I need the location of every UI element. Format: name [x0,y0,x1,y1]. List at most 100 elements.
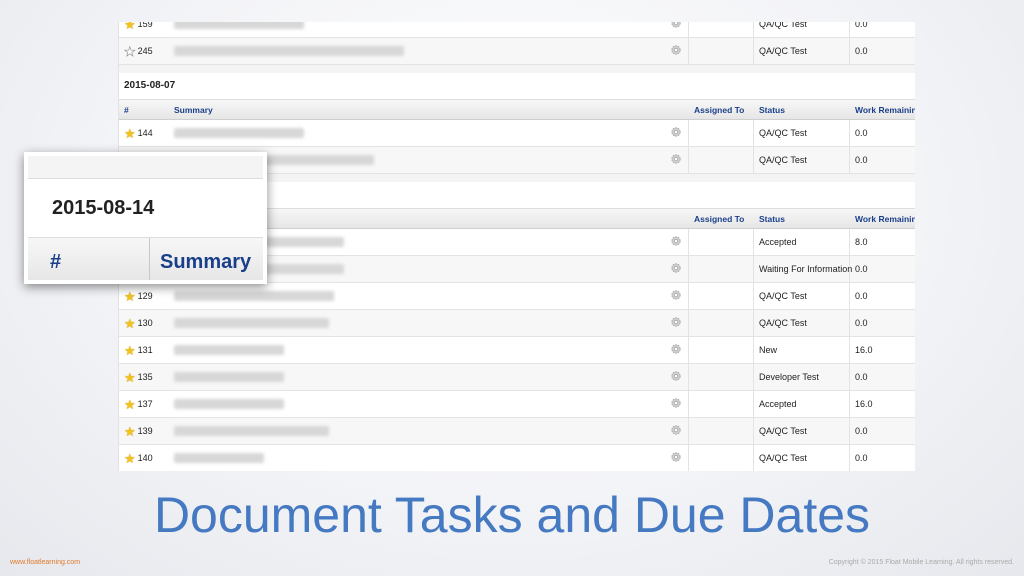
col-header-status[interactable]: Status [754,209,850,228]
gear-icon[interactable] [670,424,682,436]
gear-icon[interactable] [670,289,682,301]
task-number-cell: ★ 129 [119,290,169,303]
table-row[interactable]: ★ 135 Developer Test 0.0 [119,364,915,391]
status-cell: QA/QC Test [754,147,850,173]
slide-caption: Document Tasks and Due Dates [153,487,871,543]
col-header-summary[interactable]: Summary [169,100,689,119]
task-number: 144 [137,128,153,138]
work-remaining-cell: 0.0 [855,22,868,29]
summary-cell[interactable] [169,391,689,417]
redacted-summary [174,345,284,355]
col-header-assigned[interactable]: Assigned To [689,100,754,119]
star-icon[interactable]: ★ [124,371,136,384]
task-number-cell: ★ 140 [119,452,169,465]
task-number-cell: ★ 139 [119,425,169,438]
status-cell: Waiting For Information [754,256,852,282]
work-remaining-cell: 0.0 [855,155,868,165]
redacted-summary [174,399,284,409]
summary-cell[interactable] [169,445,689,471]
task-number-cell: ★ 137 [119,398,169,411]
task-number-cell: ★ 144 [119,127,169,140]
star-icon[interactable]: ★ [124,22,136,31]
gear-icon[interactable] [670,316,682,328]
gear-icon[interactable] [670,451,682,463]
col-header-status[interactable]: Status [754,100,850,119]
star-icon[interactable]: ★ [124,127,136,140]
gear-icon[interactable] [670,397,682,409]
gear-icon[interactable] [670,22,682,29]
status-cell: QA/QC Test [754,120,850,146]
redacted-summary [174,318,329,328]
section-gap [119,65,915,73]
summary-cell[interactable] [169,418,689,444]
table-header-row: #SummaryAssigned ToStatusWork Remaining [119,100,915,120]
task-number-cell: ★ 245 [119,44,169,58]
table-row[interactable]: ★ 129 QA/QC Test 0.0 [119,283,915,310]
task-number-cell: ★ 131 [119,344,169,357]
summary-cell[interactable] [169,38,689,64]
assigned-to-cell [689,445,754,471]
footer-copyright: Copyright © 2015 Float Mobile Learning. … [828,559,1014,566]
col-header-work[interactable]: Work Remaining [850,209,915,228]
summary-cell[interactable] [169,310,689,336]
gear-icon[interactable] [670,262,682,274]
task-number-cell: ★ 159 [119,22,169,31]
assigned-to-cell [689,120,754,146]
task-number-cell: ★ 135 [119,371,169,384]
task-number: 130 [137,318,153,328]
task-number-cell: ★ 130 [119,317,169,330]
footer-website-link[interactable]: www.floatlearning.com [10,559,80,566]
gear-icon[interactable] [670,235,682,247]
status-cell: QA/QC Test [754,310,850,336]
gear-icon[interactable] [670,44,682,56]
assigned-to-cell [689,22,754,37]
zoom-num-header: # [28,238,150,280]
summary-cell[interactable] [169,337,689,363]
redacted-summary [174,453,264,463]
star-icon[interactable]: ★ [124,452,136,465]
work-remaining-cell: 16.0 [855,399,873,409]
status-cell: Developer Test [754,364,850,390]
gear-icon[interactable] [670,126,682,138]
work-remaining-cell: 0.0 [855,46,868,56]
status-cell: QA/QC Test [754,22,850,37]
work-remaining-cell: 0.0 [855,128,868,138]
task-number: 139 [137,426,153,436]
star-icon[interactable]: ★ [124,398,136,411]
zoom-gap [28,156,263,179]
redacted-summary [174,426,329,436]
table-row[interactable]: ★ 139 QA/QC Test 0.0 [119,418,915,445]
table-row[interactable]: ★ 137 Accepted 16.0 [119,391,915,418]
summary-cell[interactable] [169,120,689,146]
gear-icon[interactable] [670,153,682,165]
work-remaining-cell: 0.0 [855,318,868,328]
summary-cell[interactable] [169,364,689,390]
redacted-summary [174,372,284,382]
star-icon[interactable]: ★ [124,344,136,357]
table-row[interactable]: ★ 144 QA/QC Test 0.0 [119,120,915,147]
star-icon[interactable]: ★ [124,290,136,303]
col-header-assigned[interactable]: Assigned To [689,209,754,228]
table-row[interactable]: ★ 159 QA/QC Test 0.0 [119,22,915,38]
task-number: 140 [137,453,153,463]
work-remaining-cell: 0.0 [855,291,868,301]
summary-cell[interactable] [169,22,689,37]
assigned-to-cell [689,256,754,282]
star-icon[interactable]: ★ [124,317,136,330]
summary-cell[interactable] [169,283,689,309]
table-row[interactable]: ★ 131 New 16.0 [119,337,915,364]
assigned-to-cell [689,310,754,336]
col-header-num[interactable]: # [119,105,169,115]
star-icon[interactable]: ★ [124,425,136,438]
table-row[interactable]: ★ 245 QA/QC Test 0.0 [119,38,915,65]
assigned-to-cell [689,337,754,363]
assigned-to-cell [689,418,754,444]
gear-icon[interactable] [670,343,682,355]
zoom-summary-header: Summary [160,250,252,273]
table-row[interactable]: ★ 140 QA/QC Test 0.0 [119,445,915,471]
gear-icon[interactable] [670,370,682,382]
table-row[interactable]: ★ 130 QA/QC Test 0.0 [119,310,915,337]
star-icon[interactable]: ★ [124,44,136,58]
task-number: 137 [137,399,153,409]
col-header-work[interactable]: Work Remaining [850,100,915,119]
